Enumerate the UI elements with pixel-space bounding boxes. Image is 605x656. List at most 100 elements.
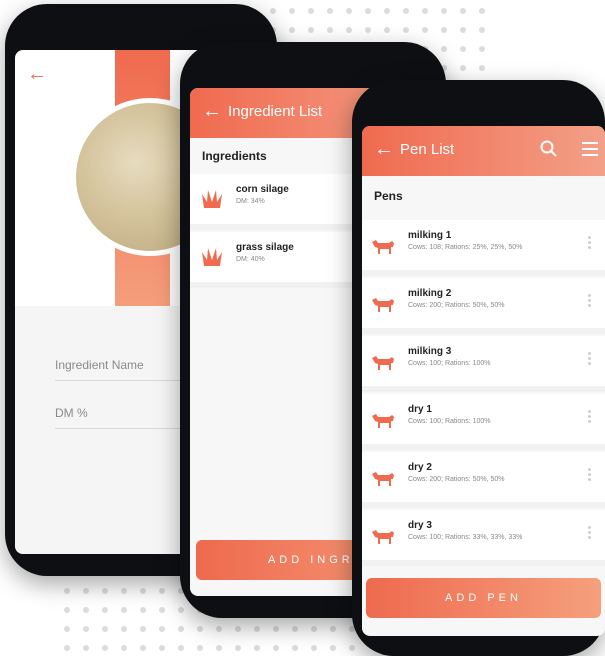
dot xyxy=(270,8,276,14)
dot xyxy=(159,588,165,594)
item-detail: Cows: 100; Rations: 100% xyxy=(408,360,491,367)
item-detail: Cows: 100; Rations: 33%, 33%, 33% xyxy=(408,534,523,541)
back-arrow-icon[interactable]: ← xyxy=(27,64,47,84)
dot xyxy=(289,8,295,14)
dot xyxy=(83,626,89,632)
dot xyxy=(292,645,298,651)
dot xyxy=(159,626,165,632)
section-title: Pens xyxy=(362,176,605,216)
cow-icon xyxy=(372,414,394,428)
dot xyxy=(197,626,203,632)
dot xyxy=(479,65,485,71)
grass-icon xyxy=(202,190,222,208)
dot xyxy=(330,645,336,651)
dot xyxy=(140,588,146,594)
list-item[interactable]: milking 1 Cows: 108; Rations: 25%, 25%, 5… xyxy=(362,220,605,276)
grass-icon xyxy=(202,248,222,266)
dot xyxy=(102,607,108,613)
add-pen-button[interactable]: ADD PEN xyxy=(366,578,601,618)
more-vertical-icon[interactable] xyxy=(588,468,591,483)
cow-icon xyxy=(372,472,394,486)
more-vertical-icon[interactable] xyxy=(588,236,591,251)
dot xyxy=(235,645,241,651)
dot xyxy=(83,588,89,594)
item-name: milking 1 xyxy=(408,230,452,241)
list-item[interactable]: dry 3 Cows: 100; Rations: 33%, 33%, 33% xyxy=(362,510,605,566)
header-title: Ingredient List xyxy=(228,103,323,120)
dot xyxy=(273,645,279,651)
pen-list-header: ← Pen List xyxy=(362,126,605,176)
dot xyxy=(121,626,127,632)
list-item[interactable]: milking 3 Cows: 100; Rations: 100% xyxy=(362,336,605,392)
dot xyxy=(140,645,146,651)
dot xyxy=(403,8,409,14)
more-vertical-icon[interactable] xyxy=(588,352,591,367)
dot xyxy=(479,8,485,14)
dot xyxy=(292,626,298,632)
item-name: milking 2 xyxy=(408,288,452,299)
item-detail: Cows: 200; Rations: 50%, 50% xyxy=(408,302,505,309)
menu-icon[interactable] xyxy=(582,142,598,156)
more-vertical-icon[interactable] xyxy=(588,410,591,425)
dot xyxy=(235,626,241,632)
dot xyxy=(121,588,127,594)
dot xyxy=(64,626,70,632)
item-detail: DM: 40% xyxy=(236,256,265,263)
dot xyxy=(460,46,466,52)
dot xyxy=(121,607,127,613)
dm-placeholder: DM % xyxy=(55,406,88,420)
dot xyxy=(308,8,314,14)
dot xyxy=(64,588,70,594)
dot xyxy=(349,645,355,651)
dot xyxy=(460,8,466,14)
dot xyxy=(460,27,466,33)
dot xyxy=(159,607,165,613)
cow-icon xyxy=(372,298,394,312)
pen-list-screen: ← Pen List Pens milking 1 Cows: 108; Rati… xyxy=(362,126,605,636)
dot xyxy=(178,607,184,613)
dot xyxy=(479,46,485,52)
item-name: milking 3 xyxy=(408,346,452,357)
search-icon[interactable] xyxy=(540,140,558,158)
dot xyxy=(346,8,352,14)
dot xyxy=(441,27,447,33)
dot xyxy=(273,626,279,632)
item-detail: DM: 34% xyxy=(236,198,265,205)
list-item[interactable]: dry 2 Cows: 200; Rations: 50%, 50% xyxy=(362,452,605,508)
dot xyxy=(64,607,70,613)
dot xyxy=(140,607,146,613)
dot xyxy=(216,626,222,632)
dot xyxy=(254,626,260,632)
dot xyxy=(311,645,317,651)
dot xyxy=(330,626,336,632)
dot xyxy=(121,645,127,651)
dot xyxy=(479,27,485,33)
dot xyxy=(178,645,184,651)
dot xyxy=(83,607,89,613)
dot xyxy=(346,27,352,33)
header-title: Pen List xyxy=(400,141,455,158)
item-detail: Cows: 108; Rations: 25%, 25%, 50% xyxy=(408,244,523,251)
dot xyxy=(327,27,333,33)
cow-icon xyxy=(372,530,394,544)
more-vertical-icon[interactable] xyxy=(588,294,591,309)
dot xyxy=(159,645,165,651)
dot xyxy=(384,27,390,33)
ingredient-name-placeholder: Ingredient Name xyxy=(55,358,144,372)
list-item[interactable]: milking 2 Cows: 200; Rations: 50%, 50% xyxy=(362,278,605,334)
back-arrow-icon[interactable]: ← xyxy=(202,101,222,121)
dot xyxy=(197,645,203,651)
dot xyxy=(83,645,89,651)
dot xyxy=(254,645,260,651)
cow-icon xyxy=(372,240,394,254)
back-arrow-icon[interactable]: ← xyxy=(374,139,394,159)
item-detail: Cows: 100; Rations: 100% xyxy=(408,418,491,425)
item-name: dry 2 xyxy=(408,462,432,473)
item-name: dry 3 xyxy=(408,520,432,531)
dot xyxy=(441,46,447,52)
item-detail: Cows: 200; Rations: 50%, 50% xyxy=(408,476,505,483)
dot xyxy=(327,8,333,14)
dot xyxy=(102,645,108,651)
more-vertical-icon[interactable] xyxy=(588,526,591,541)
list-item[interactable]: dry 1 Cows: 100; Rations: 100% xyxy=(362,394,605,450)
